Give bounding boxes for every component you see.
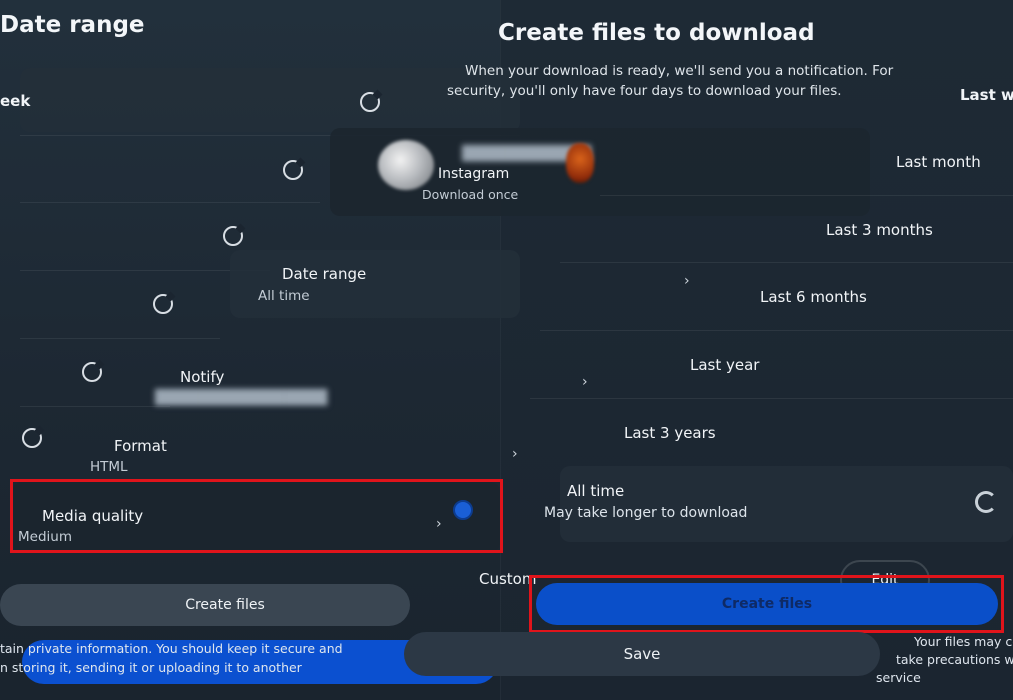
radio-last-week[interactable] [360, 92, 380, 112]
create-files-button-secondary[interactable]: Create files [0, 584, 410, 626]
date-range-heading: Date range [0, 12, 145, 38]
option-custom[interactable]: Custom [479, 570, 536, 588]
account-avatar [378, 140, 434, 190]
option-row-last-week[interactable] [20, 68, 520, 132]
option-all-time-label: All time [567, 482, 625, 500]
setting-format-label[interactable]: Format [114, 437, 167, 455]
setting-date-range-label: Date range [282, 265, 367, 283]
instagram-logo-icon [566, 143, 594, 183]
option-all-time-sub: May take longer to download [544, 505, 748, 521]
divider [20, 338, 220, 339]
radio-last-3-months[interactable] [223, 226, 243, 246]
option-all-time-row[interactable] [560, 466, 1013, 542]
dialog-title: Create files to download [498, 20, 815, 46]
divider [20, 406, 170, 407]
setting-format-value: HTML [90, 459, 128, 475]
setting-notify-label[interactable]: Notify [180, 368, 224, 386]
divider [560, 262, 1013, 263]
footer-line1: Your files may co [914, 634, 1013, 649]
radio-last-3-years[interactable] [22, 428, 42, 448]
radio-last-month[interactable] [283, 160, 303, 180]
radio-last-6-months[interactable] [153, 294, 173, 314]
account-frequency: Download once [422, 187, 519, 202]
bottom-text-line2: n storing it, sending it or uploading it… [0, 660, 302, 675]
option-last-3-months[interactable]: Last 3 months [826, 221, 933, 239]
chevron-right-icon: › [684, 273, 690, 289]
highlight-media-quality [10, 479, 503, 553]
radio-last-year[interactable] [82, 362, 102, 382]
option-last-6-months[interactable]: Last 6 months [760, 288, 867, 306]
dialog-description-line1: When your download is ready, we'll send … [465, 63, 894, 79]
save-button[interactable]: Save [404, 632, 880, 676]
divider [20, 202, 320, 203]
footer-line3: service [876, 670, 921, 685]
chevron-right-icon: › [582, 374, 588, 390]
setting-date-range[interactable] [230, 250, 520, 318]
bottom-text-line1: tain private information. You should kee… [0, 641, 343, 656]
option-last-year[interactable]: Last year [690, 356, 759, 374]
setting-notify-email-blurred: ████████████████ [155, 390, 328, 406]
option-last-week-partial: eek [0, 92, 31, 110]
divider [600, 195, 1013, 196]
chevron-right-icon: › [512, 446, 518, 462]
footer-line2: take precautions w [896, 652, 1013, 667]
radio-selected-all-time-icon[interactable] [975, 491, 997, 513]
divider [530, 398, 1013, 399]
option-last-week-right-partial: Last w [960, 86, 1013, 104]
dialog-description-line2: security, you'll only have four days to … [447, 83, 842, 99]
option-last-month[interactable]: Last month [896, 153, 981, 171]
account-name: Instagram [438, 166, 510, 182]
setting-date-range-value: All time [258, 288, 310, 304]
divider [540, 330, 1013, 331]
option-last-3-years[interactable]: Last 3 years [624, 424, 716, 442]
highlight-create-files [529, 575, 1004, 633]
